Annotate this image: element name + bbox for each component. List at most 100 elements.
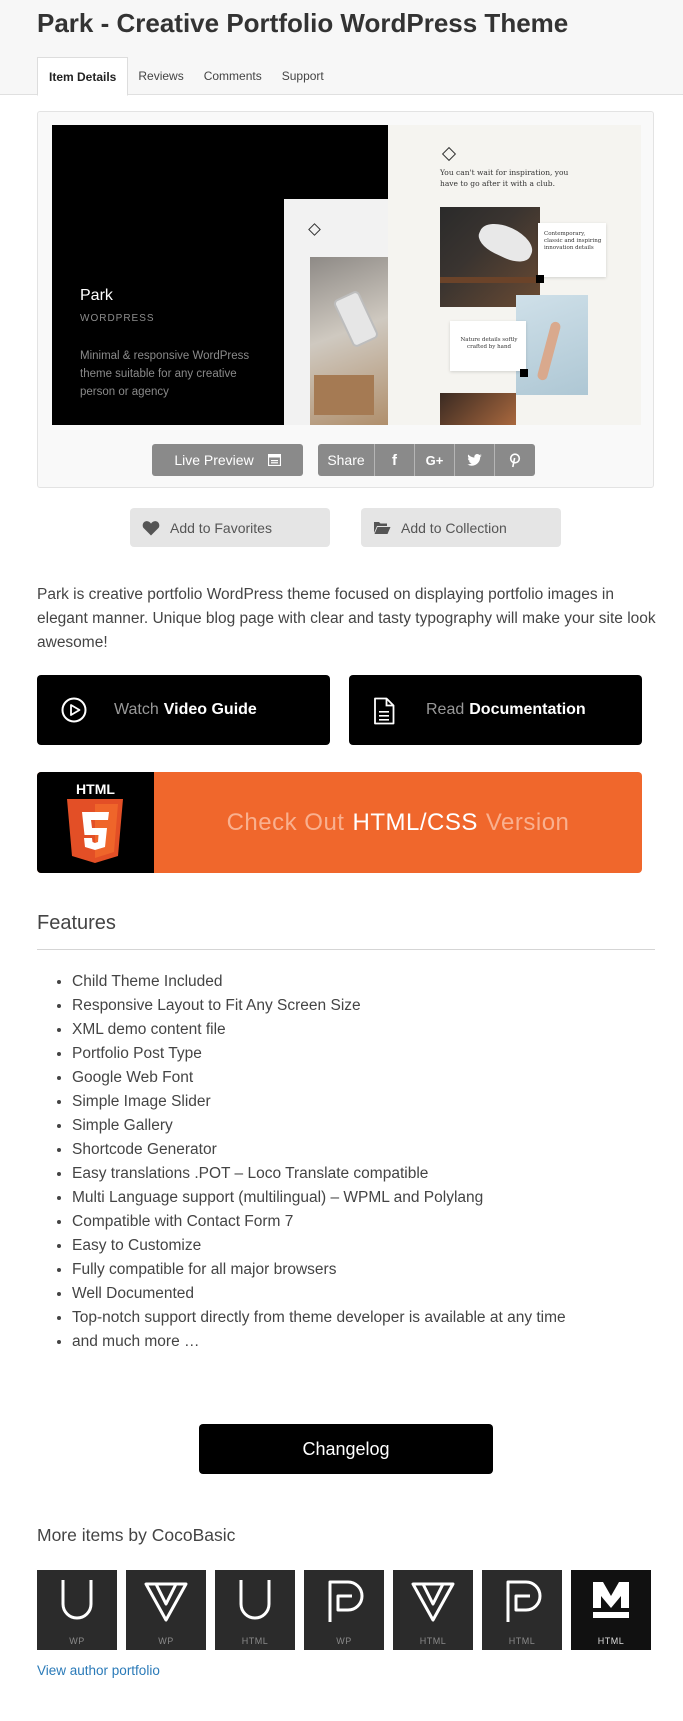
p-logo-icon xyxy=(506,1580,542,1622)
chair-shape xyxy=(474,216,538,268)
add-to-collection-button[interactable]: Add to Collection xyxy=(361,508,561,547)
html5-badge: HTML xyxy=(37,772,154,873)
phone-icon xyxy=(332,289,380,349)
live-preview-label: Live Preview xyxy=(174,452,254,468)
facebook-share-button[interactable]: f xyxy=(375,444,415,476)
more-item-thumb[interactable]: WP xyxy=(126,1570,206,1650)
preview-image[interactable]: Park WORDPRESS Minimal & responsive Word… xyxy=(52,125,641,425)
video-guide-prefix: Watch xyxy=(114,701,159,718)
preview-phone-photo xyxy=(310,257,389,425)
twitter-icon xyxy=(467,454,482,466)
more-item-label: HTML xyxy=(508,1636,536,1646)
view-author-portfolio-link[interactable]: View author portfolio xyxy=(37,1663,160,1678)
feature-item: Multi Language support (multilingual) – … xyxy=(72,1186,566,1210)
video-guide-button[interactable]: Watch Video Guide xyxy=(37,675,330,745)
document-icon xyxy=(374,697,395,725)
collection-label: Add to Collection xyxy=(401,519,507,536)
browser-window-icon xyxy=(267,454,281,466)
facebook-icon: f xyxy=(392,451,397,469)
preview-mockup-card xyxy=(284,199,389,425)
feature-item: Portfolio Post Type xyxy=(72,1042,566,1066)
documentation-label: Documentation xyxy=(469,701,586,718)
documentation-prefix: Read xyxy=(426,701,465,718)
documentation-button[interactable]: Read Documentation xyxy=(349,675,642,745)
tab-comments[interactable]: Comments xyxy=(194,57,272,95)
feature-item: XML demo content file xyxy=(72,1018,566,1042)
html-version-after: Version xyxy=(485,808,570,836)
more-items-heading: More items by CocoBasic xyxy=(37,1525,236,1545)
googleplus-share-button[interactable]: G+ xyxy=(415,444,455,476)
preview-headline: You can't wait for inspiration, you have… xyxy=(440,168,569,188)
item-header: Park - Creative Portfolio WordPress Them… xyxy=(0,0,683,96)
preview-hand-photo xyxy=(516,295,588,395)
more-item-label: WP xyxy=(69,1636,85,1646)
pinterest-share-button[interactable] xyxy=(495,444,535,476)
add-to-favorites-button[interactable]: Add to Favorites xyxy=(130,508,330,547)
more-item-thumb[interactable]: WP xyxy=(37,1570,117,1650)
item-description: Park is creative portfolio WordPress the… xyxy=(37,586,656,651)
more-item-label: HTML xyxy=(597,1636,625,1646)
preview-card-text: Nature details softly crafted by hand xyxy=(460,337,518,350)
video-guide-label: Video Guide xyxy=(163,701,257,718)
preview-food-photo xyxy=(440,393,516,425)
page-title: Park - Creative Portfolio WordPress Them… xyxy=(37,8,569,38)
tab-support[interactable]: Support xyxy=(272,57,334,95)
tab-item-details[interactable]: Item Details xyxy=(37,57,129,96)
feature-item: Responsive Layout to Fit Any Screen Size xyxy=(72,994,566,1018)
html-version-strong: HTML/CSS xyxy=(352,808,478,836)
html-version-text: Check Out HTML/CSS Version xyxy=(154,772,642,873)
preview-light-panel: You can't wait for inspiration, you have… xyxy=(388,125,641,425)
pinterest-icon xyxy=(509,452,521,467)
wood-block xyxy=(314,375,374,415)
more-item-thumb[interactable]: WP xyxy=(304,1570,384,1650)
preview-card-text: Contemporary, classic and inspiring inno… xyxy=(544,231,602,251)
square-bullet-icon xyxy=(520,369,528,377)
feature-item: Google Web Font xyxy=(72,1066,566,1090)
share-button[interactable]: Share xyxy=(318,444,375,476)
more-item-thumb[interactable]: HTML xyxy=(393,1570,473,1650)
arm-shape xyxy=(536,320,562,382)
diamond-logo-icon xyxy=(441,146,457,162)
v-logo-icon xyxy=(411,1582,455,1622)
preview-text-card-2: Nature details softly crafted by hand xyxy=(450,321,526,371)
more-item-label: WP xyxy=(336,1636,352,1646)
feature-item: Compatible with Contact Form 7 xyxy=(72,1210,566,1234)
preview-text-card: Contemporary, classic and inspiring inno… xyxy=(538,223,606,277)
share-group: Share f G+ xyxy=(318,444,535,476)
html-version-before: Check Out xyxy=(226,808,345,836)
square-bullet-icon xyxy=(536,275,544,283)
html-version-banner[interactable]: HTML Check Out HTML/CSS Version xyxy=(37,772,642,873)
features-divider xyxy=(37,949,655,950)
html5-shield-icon xyxy=(67,799,123,863)
more-item-label: HTML xyxy=(241,1636,269,1646)
twitter-share-button[interactable] xyxy=(455,444,495,476)
feature-item: Fully compatible for all major browsers xyxy=(72,1258,566,1282)
feature-item: Top-notch support directly from theme de… xyxy=(72,1306,566,1330)
preview-theme-name: Park xyxy=(80,287,113,304)
more-item-thumb[interactable]: HTML xyxy=(482,1570,562,1650)
more-item-label: HTML xyxy=(419,1636,447,1646)
changelog-button[interactable]: Changelog xyxy=(199,1424,493,1474)
table-edge xyxy=(440,277,540,283)
feature-item: Well Documented xyxy=(72,1282,566,1306)
live-preview-button[interactable]: Live Preview xyxy=(152,444,303,476)
feature-item: Simple Gallery xyxy=(72,1114,566,1138)
heart-icon xyxy=(142,520,160,535)
v-logo-icon xyxy=(144,1582,188,1622)
feature-item: Easy translations .POT – Loco Translate … xyxy=(72,1162,566,1186)
tab-reviews[interactable]: Reviews xyxy=(128,57,193,95)
feature-item: Easy to Customize xyxy=(72,1234,566,1258)
u-logo-icon xyxy=(61,1580,93,1620)
feature-item: Simple Image Slider xyxy=(72,1090,566,1114)
diamond-logo-icon xyxy=(308,223,321,236)
features-list: Child Theme Included Responsive Layout t… xyxy=(72,970,566,1354)
item-tabs: Item Details Reviews Comments Support xyxy=(37,57,334,96)
m-logo-icon xyxy=(593,1582,629,1618)
preview-theme-description: Minimal & responsive WordPress theme sui… xyxy=(80,350,250,398)
more-item-thumb[interactable]: HTML xyxy=(215,1570,295,1650)
preview-theme-type: WORDPRESS xyxy=(80,313,155,324)
more-item-thumb[interactable]: HTML xyxy=(571,1570,651,1650)
html5-badge-label: HTML xyxy=(76,781,115,797)
feature-item: Child Theme Included xyxy=(72,970,566,994)
more-items-grid: WP WP HTML WP HTML HTML HTML xyxy=(37,1570,651,1650)
